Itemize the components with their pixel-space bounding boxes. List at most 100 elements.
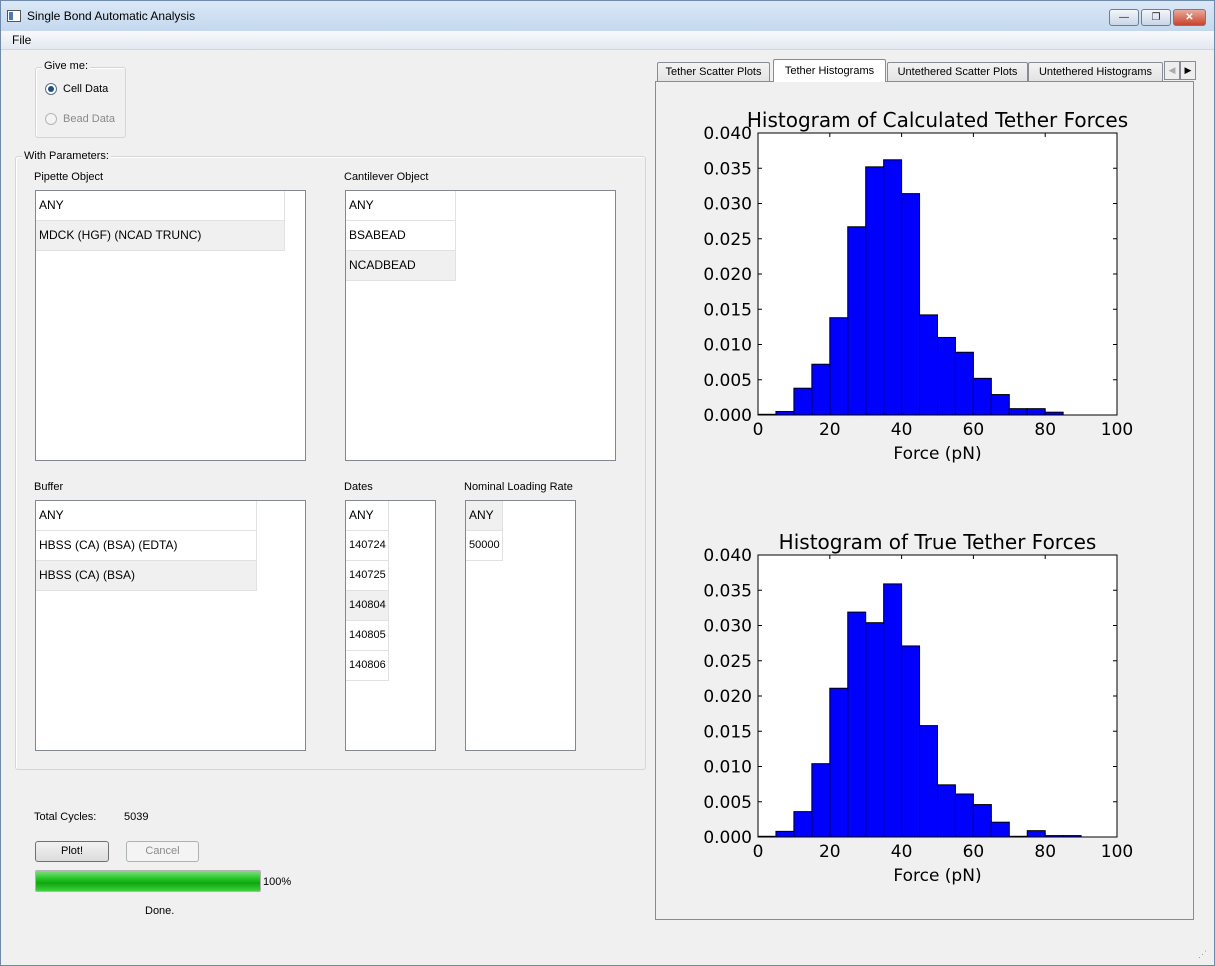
buffer-listbox[interactable]: ANY HBSS (CA) (BSA) (EDTA) HBSS (CA) (BS… — [35, 500, 306, 751]
y-tick-label: 0.020 — [703, 687, 752, 707]
window-title: Single Bond Automatic Analysis — [27, 9, 196, 23]
y-tick-label: 0.020 — [703, 265, 752, 285]
x-tick-label: 0 — [753, 842, 764, 862]
y-tick-label: 0.005 — [703, 793, 752, 813]
histogram-bar — [972, 377, 992, 416]
histogram-bar — [793, 387, 813, 416]
histogram-bar — [811, 763, 831, 838]
list-item[interactable]: 140804 — [346, 591, 389, 621]
histogram-bar — [1008, 408, 1028, 416]
list-item[interactable]: 140724 — [346, 531, 389, 561]
histogram-bar — [1026, 408, 1046, 416]
list-item[interactable]: ANY — [466, 501, 503, 531]
radio-button[interactable] — [45, 83, 57, 95]
histogram-charts: 0 20 40 60 80 100 0.000 0.005 0.010 0.015 0.020 0.0… — [703, 108, 1133, 886]
histogram-bar — [829, 317, 849, 416]
histogram-bar — [775, 830, 795, 838]
y-tick-label: 0.015 — [703, 722, 752, 742]
list-item[interactable]: HBSS (CA) (BSA) (EDTA) — [36, 531, 257, 561]
histogram-bar — [811, 363, 831, 416]
list-item[interactable]: BSABEAD — [346, 221, 456, 251]
plot-button[interactable]: Plot! — [35, 841, 109, 862]
cantilever-listbox[interactable]: ANY BSABEAD NCADBEAD — [345, 190, 616, 461]
list-item[interactable]: 140805 — [346, 621, 389, 651]
y-tick-label: 0.010 — [703, 336, 752, 356]
maximize-button[interactable]: ❐ — [1141, 9, 1171, 26]
x-axis-label: Force (pN) — [893, 444, 981, 464]
x-tick-label: 20 — [819, 842, 841, 862]
y-tick-label: 0.035 — [703, 581, 752, 601]
cancel-button[interactable]: Cancel — [126, 841, 199, 862]
y-tick-label: 0.000 — [703, 828, 752, 848]
tab-tether-histograms[interactable]: Tether Histograms — [773, 59, 886, 82]
list-item[interactable]: ANY — [36, 501, 257, 531]
y-tick-label: 0.005 — [703, 371, 752, 391]
y-tick-label: 0.015 — [703, 300, 752, 320]
list-item[interactable]: ANY — [346, 501, 389, 531]
x-tick-label: 40 — [891, 420, 913, 440]
y-tick-label: 0.040 — [703, 546, 752, 566]
loading-rate-label: Nominal Loading Rate — [464, 481, 573, 493]
list-item[interactable]: 140806 — [346, 651, 389, 681]
radio-cell-data[interactable]: Cell Data — [45, 81, 108, 97]
menu-bar: File — [1, 31, 1214, 50]
x-tick-label: 100 — [1101, 842, 1133, 862]
histogram-bar — [847, 611, 867, 838]
progress-text: 100% — [263, 876, 292, 888]
list-item[interactable]: MDCK (HGF) (NCAD TRUNC) — [36, 221, 285, 251]
chart-title: Histogram of Calculated Tether Forces — [747, 108, 1128, 132]
loading-rate-listbox[interactable]: ANY 50000 — [465, 500, 576, 751]
tab-scroll-left-icon[interactable]: ◀ — [1164, 61, 1180, 80]
list-item[interactable]: 140725 — [346, 561, 389, 591]
pipette-label: Pipette Object — [34, 171, 104, 183]
list-item[interactable]: ANY — [346, 191, 456, 221]
histogram-bar — [972, 804, 992, 838]
cantilever-label: Cantilever Object — [344, 171, 429, 183]
histogram-bar — [937, 784, 956, 838]
histogram-bar — [990, 821, 1010, 838]
tab-untethered-histograms[interactable]: Untethered Histograms — [1028, 62, 1163, 82]
histogram-bar — [954, 793, 974, 838]
minimize-button[interactable]: — — [1109, 9, 1139, 26]
x-tick-label: 80 — [1034, 842, 1056, 862]
list-item[interactable]: ANY — [36, 191, 285, 221]
progress-bar — [35, 870, 261, 892]
pipette-listbox[interactable]: ANY MDCK (HGF) (NCAD TRUNC) — [35, 190, 306, 461]
histogram-bar — [793, 811, 813, 838]
histogram-bar — [990, 394, 1010, 416]
tab-scroll-right-icon[interactable]: ▶ — [1180, 61, 1196, 80]
histogram-bar — [883, 583, 903, 838]
dates-listbox[interactable]: ANY 140724 140725 140804 140805 140806 — [345, 500, 436, 751]
buffer-label: Buffer — [34, 481, 64, 493]
x-tick-label: 40 — [891, 842, 913, 862]
histogram-bar — [1026, 830, 1046, 838]
histogram-bar — [829, 687, 849, 838]
list-item[interactable]: HBSS (CA) (BSA) — [36, 561, 257, 591]
x-tick-label: 80 — [1034, 420, 1056, 440]
y-tick-label: 0.035 — [703, 159, 752, 179]
radio-button[interactable] — [45, 113, 57, 125]
y-tick-label: 0.040 — [703, 124, 752, 144]
y-tick-label: 0.010 — [703, 758, 752, 778]
total-cycles-label: Total Cycles: — [34, 811, 97, 823]
resize-grip-icon[interactable]: ⋰ — [1198, 949, 1208, 959]
close-button[interactable]: ✕ — [1173, 9, 1206, 26]
status-done: Done. — [145, 905, 175, 917]
y-tick-label: 0.025 — [703, 230, 752, 250]
radio-bead-data[interactable]: Bead Data — [45, 111, 115, 127]
app-window: Single Bond Automatic Analysis — ❐ ✕ Fil… — [0, 0, 1215, 966]
progress-fill — [36, 871, 260, 891]
histogram-bar — [901, 193, 921, 416]
tab-tether-scatter-plots[interactable]: Tether Scatter Plots — [657, 62, 770, 82]
tab-untethered-scatter-plots[interactable]: Untethered Scatter Plots — [887, 62, 1028, 82]
histogram-bar — [919, 725, 938, 838]
dates-label: Dates — [344, 481, 373, 493]
radio-label: Bead Data — [63, 113, 115, 125]
histogram-bar — [883, 159, 903, 416]
menu-file[interactable]: File — [12, 33, 31, 47]
list-item[interactable]: NCADBEAD — [346, 251, 456, 281]
give-me-group — [35, 67, 126, 138]
list-item[interactable]: 50000 — [466, 531, 503, 561]
x-tick-label: 20 — [819, 420, 841, 440]
x-tick-label: 100 — [1101, 420, 1133, 440]
